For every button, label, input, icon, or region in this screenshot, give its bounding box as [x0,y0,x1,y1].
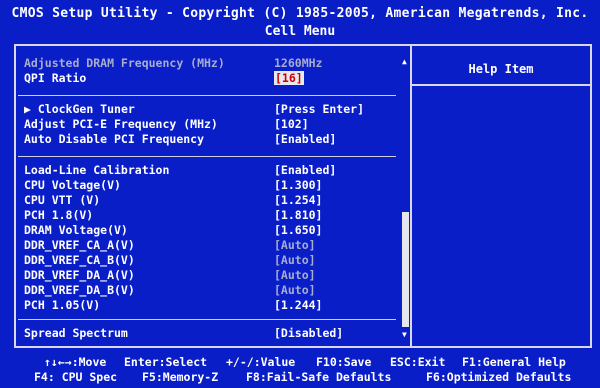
setting-adjust-pcie-frequency[interactable]: Adjust PCI-E Frequency (MHz) [102] [24,117,404,132]
setting-value[interactable]: [1.300] [274,178,322,193]
scroll-up-icon[interactable]: ▲ [402,58,407,66]
setting-value[interactable]: [Auto] [274,283,316,298]
setting-value[interactable]: [1.244] [274,298,322,313]
setting-value[interactable]: [Auto] [274,268,316,283]
setting-value[interactable]: [1.810] [274,208,322,223]
setting-label: QPI Ratio [24,71,87,85]
submenu-arrow-icon: ▶ [24,102,38,116]
setting-label: CPU Voltage(V) [24,178,121,192]
setting-value[interactable]: [Disabled] [274,326,343,341]
section-separator [18,319,396,320]
setting-load-line-calibration[interactable]: Load-Line Calibration [Enabled] [24,163,404,178]
setting-pch-1-05[interactable]: PCH 1.05(V) [1.244] [24,298,404,313]
setting-label: CPU VTT (V) [24,193,101,207]
setting-value[interactable]: [Auto] [274,253,316,268]
setting-value: 1260MHz [274,56,323,70]
setting-value[interactable]: [102] [274,117,309,132]
setting-label: Spread Spectrum [24,326,128,340]
key-hint-exit: ESC:Exit [390,355,446,369]
help-item-title: Help Item [468,62,534,76]
setting-label: Load-Line Calibration [24,163,170,177]
help-separator [412,84,590,86]
setting-label: PCH 1.05(V) [24,298,101,312]
selected-value[interactable]: [16] [274,71,304,85]
setting-value[interactable]: [Auto] [274,238,316,253]
setting-clockgen-tuner[interactable]: ▶ ClockGen Tuner [Press Enter] [24,102,404,117]
setting-value[interactable]: [16] [274,71,304,86]
setting-ddr-vref-da-a[interactable]: DDR_VREF_DA_A(V) [Auto] [24,268,404,283]
scroll-down-icon[interactable]: ▼ [402,331,407,339]
setting-value[interactable]: [Enabled] [274,163,336,178]
setting-value[interactable]: [1.254] [274,193,322,208]
setting-dram-voltage[interactable]: DRAM Voltage(V) [1.650] [24,223,404,238]
setting-ddr-vref-ca-b[interactable]: DDR_VREF_CA_B(V) [Auto] [24,253,404,268]
setting-pch-1-8[interactable]: PCH 1.8(V) [1.810] [24,208,404,223]
key-hint-optimized: F6:Optimized Defaults [426,370,572,384]
key-hint-failsafe: F8:Fail-Safe Defaults [246,370,392,384]
setting-label: DDR_VREF_DA_B(V) [24,283,135,297]
setting-qpi-ratio[interactable]: QPI Ratio [16] [24,71,404,86]
setting-value[interactable]: [1.650] [274,223,322,238]
setting-adjusted-dram-frequency: Adjusted DRAM Frequency (MHz) 1260MHz [24,56,404,71]
section-separator [18,95,396,96]
setting-cpu-vtt[interactable]: CPU VTT (V) [1.254] [24,193,404,208]
setting-cpu-voltage[interactable]: CPU Voltage(V) [1.300] [24,178,404,193]
key-hint-select: Enter:Select [124,355,208,369]
setting-auto-disable-pci[interactable]: Auto Disable PCI Frequency [Enabled] [24,132,404,147]
menu-title: Cell Menu [264,24,336,39]
setting-label: Adjust PCI-E Frequency (MHz) [24,117,218,131]
bios-title: CMOS Setup Utility - Copyright (C) 1985-… [11,6,589,21]
setting-label: DDR_VREF_DA_A(V) [24,268,135,282]
key-hint-move: ↑↓←→:Move [44,355,107,369]
key-hint-value: +/-/:Value [226,355,296,369]
scrollbar-thumb[interactable] [402,212,409,327]
setting-value[interactable]: [Enabled] [274,132,336,147]
setting-label: DRAM Voltage(V) [24,223,128,237]
key-hint-cpu-spec: F4: CPU Spec [34,370,118,384]
setting-label: Adjusted DRAM Frequency (MHz) [24,56,225,70]
key-hint-save: F10:Save [316,355,372,369]
section-separator [18,156,396,157]
setting-label: PCH 1.8(V) [24,208,94,222]
setting-label: DDR_VREF_CA_A(V) [24,238,135,252]
setting-ddr-vref-ca-a[interactable]: DDR_VREF_CA_A(V) [Auto] [24,238,404,253]
setting-value[interactable]: [Press Enter] [274,102,364,117]
setting-label: ClockGen Tuner [37,102,135,116]
key-hint-help: F1:General Help [462,355,566,369]
setting-label: Auto Disable PCI Frequency [24,132,205,146]
panel-divider [410,44,412,348]
setting-label: DDR_VREF_CA_B(V) [24,253,135,267]
key-hint-memory: F5:Memory-Z [142,370,219,384]
setting-spread-spectrum[interactable]: Spread Spectrum [Disabled] [24,326,404,341]
setting-ddr-vref-da-b[interactable]: DDR_VREF_DA_B(V) [Auto] [24,283,404,298]
